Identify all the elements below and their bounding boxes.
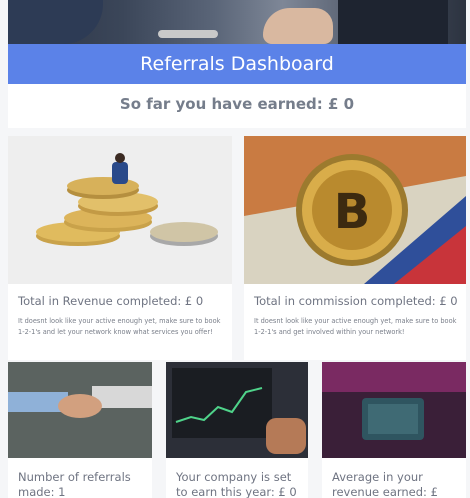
handshake-image bbox=[8, 362, 152, 458]
referrals-title: Number of referrals made: 1 bbox=[18, 470, 131, 498]
calculator-image bbox=[322, 362, 466, 458]
commission-card: B Total in commission completed: £ 0 It … bbox=[244, 136, 466, 360]
revenue-card: Total in Revenue completed: £ 0 It doesn… bbox=[8, 136, 232, 360]
page-title: Referrals Dashboard bbox=[8, 44, 466, 84]
commission-description: It doesnt look like your active enough y… bbox=[254, 317, 457, 336]
referrals-card: Number of referrals made: 1 bbox=[8, 362, 152, 498]
earned-summary: So far you have earned: £ 0 bbox=[8, 84, 466, 128]
company-title: Your company is set to earn this year: £… bbox=[176, 470, 297, 498]
hero-image bbox=[8, 0, 466, 44]
coins-image bbox=[8, 136, 232, 284]
svg-text:B: B bbox=[334, 184, 371, 240]
bitcoin-image: B bbox=[244, 136, 466, 284]
average-card: Average in your revenue earned: £ 0.00 bbox=[322, 362, 466, 498]
revenue-title: Total in Revenue completed: £ 0 bbox=[18, 294, 204, 308]
company-card: Your company is set to earn this year: £… bbox=[166, 362, 308, 498]
commission-title: Total in commission completed: £ 0 bbox=[254, 294, 458, 308]
revenue-description: It doesnt look like your active enough y… bbox=[18, 317, 221, 336]
average-title: Average in your revenue earned: £ 0.00 bbox=[332, 470, 438, 498]
trading-chart-image bbox=[166, 362, 308, 458]
